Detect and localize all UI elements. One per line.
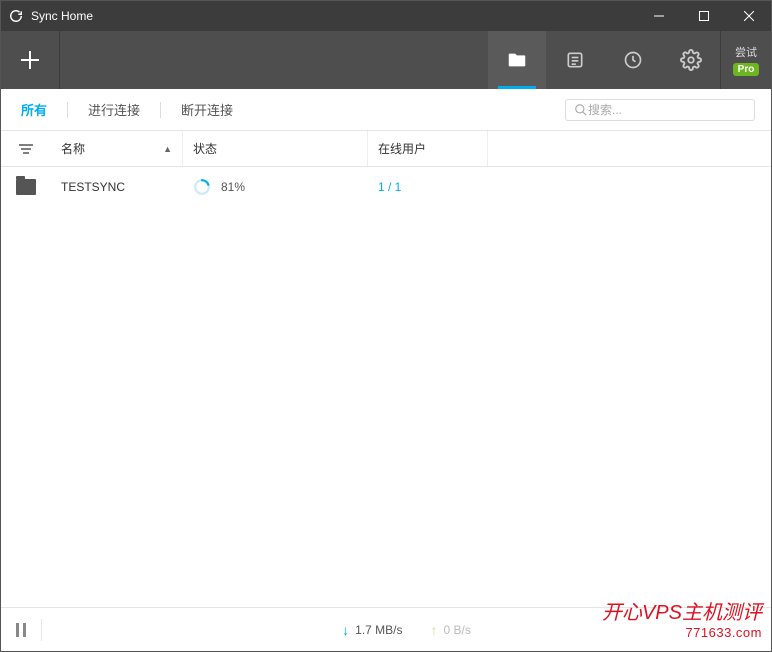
filter-bar: 所有 进行连接 断开连接	[1, 89, 771, 131]
tab-settings[interactable]	[662, 31, 720, 89]
pause-button[interactable]	[1, 608, 41, 651]
search-icon	[574, 103, 588, 117]
search-input[interactable]	[588, 103, 746, 117]
try-pro-label: 尝试	[735, 44, 757, 60]
row-status: 81%	[183, 178, 368, 196]
toolbar: 尝试 Pro	[1, 31, 771, 89]
download-speed: ↓ 1.7 MB/s	[342, 622, 402, 638]
column-status[interactable]: 状态	[183, 131, 368, 166]
try-pro-button[interactable]: 尝试 Pro	[721, 31, 771, 89]
progress-spinner-icon	[193, 178, 211, 196]
app-icon	[1, 9, 31, 23]
tab-history[interactable]	[604, 31, 662, 89]
column-users[interactable]: 在线用户	[368, 131, 488, 166]
sort-arrow-icon: ▲	[163, 144, 172, 154]
close-button[interactable]	[726, 1, 771, 31]
table-row[interactable]: TESTSYNC 81% 1 / 1	[1, 167, 771, 207]
folder-icon	[1, 179, 51, 195]
maximize-button[interactable]	[681, 1, 726, 31]
download-arrow-icon: ↓	[342, 622, 349, 638]
statusbar: ↓ 1.7 MB/s ↑ 0 B/s	[1, 607, 771, 651]
add-button[interactable]	[1, 31, 59, 89]
row-progress: 81%	[221, 180, 245, 194]
table-header: 名称 ▲ 状态 在线用户	[1, 131, 771, 167]
upload-arrow-icon: ↑	[431, 622, 438, 638]
titlebar: Sync Home	[1, 1, 771, 31]
row-users: 1 / 1	[368, 180, 488, 194]
tab-folders[interactable]	[488, 31, 546, 89]
upload-speed: ↑ 0 B/s	[431, 622, 471, 638]
filter-connecting[interactable]: 进行连接	[84, 100, 144, 119]
minimize-button[interactable]	[636, 1, 681, 31]
filter-icon-button[interactable]	[1, 131, 51, 166]
column-name[interactable]: 名称 ▲	[51, 131, 183, 166]
pro-badge: Pro	[733, 63, 760, 76]
window-title: Sync Home	[31, 9, 636, 23]
row-name: TESTSYNC	[51, 180, 183, 194]
table-body: TESTSYNC 81% 1 / 1	[1, 167, 771, 607]
search-box[interactable]	[565, 99, 755, 121]
filter-all[interactable]: 所有	[17, 100, 51, 119]
tab-list[interactable]	[546, 31, 604, 89]
filter-disconnected[interactable]: 断开连接	[177, 100, 237, 119]
